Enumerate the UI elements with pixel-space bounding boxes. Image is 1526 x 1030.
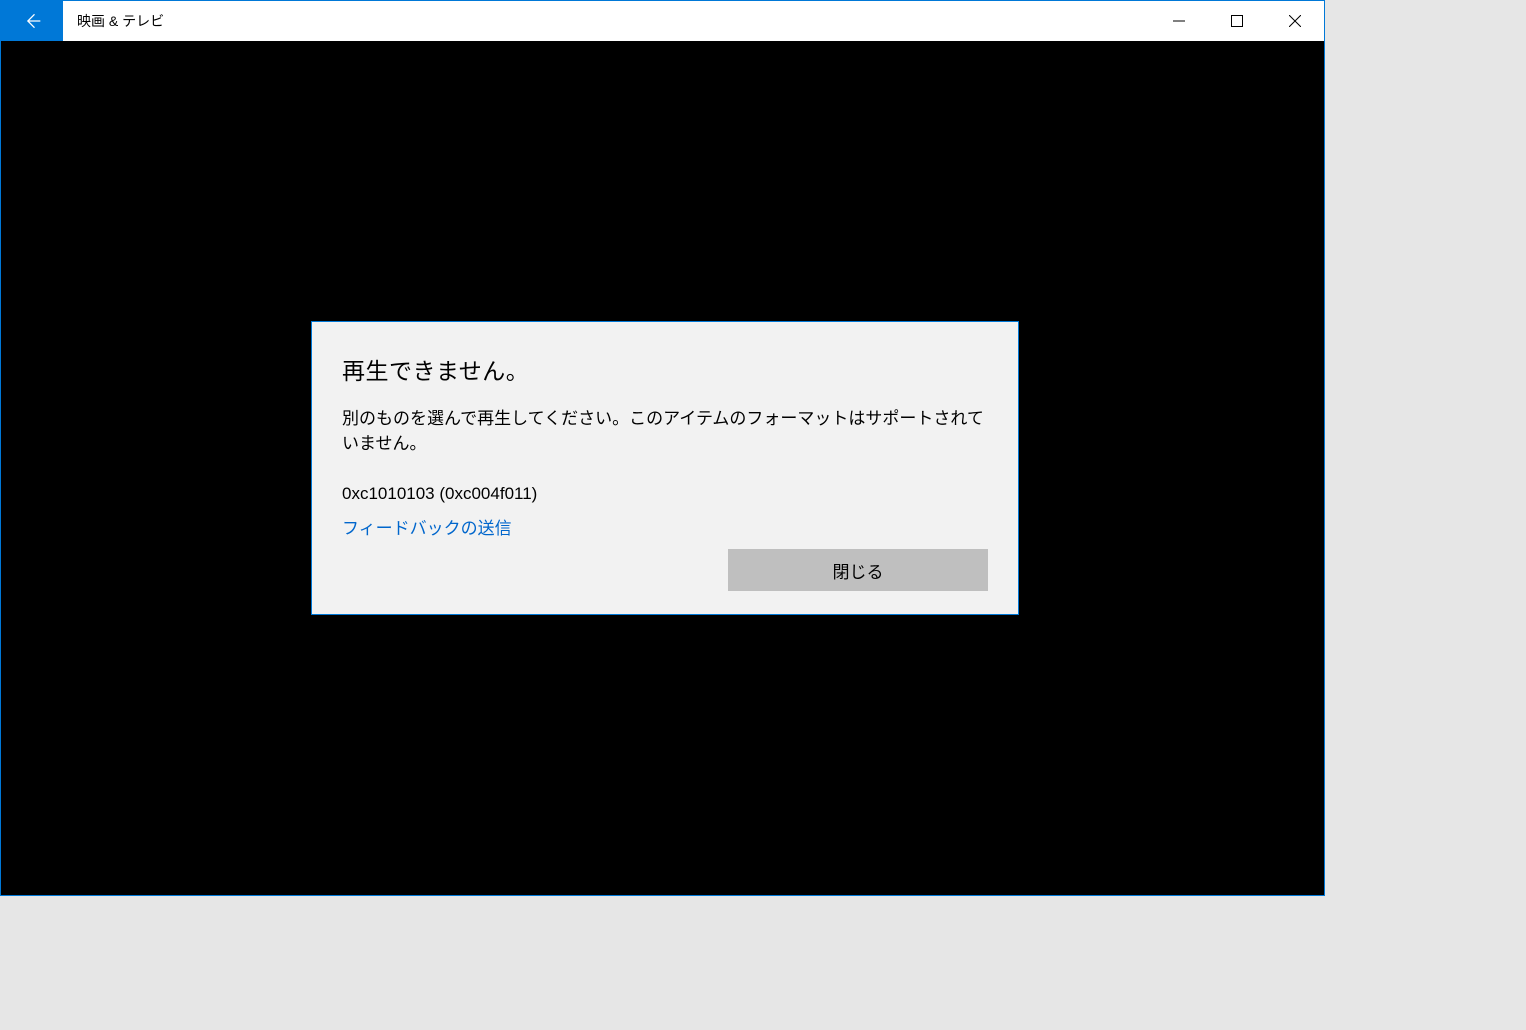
close-dialog-button[interactable]: 閉じる (728, 549, 988, 591)
dialog-message: 別のものを選んで再生してください。このアイテムのフォーマットはサポートされていま… (342, 404, 988, 454)
dialog-error-code: 0xc1010103 (0xc004f011) (342, 484, 988, 504)
close-icon (1289, 15, 1301, 27)
minimize-icon (1173, 15, 1185, 27)
content-area: 再生できません。 別のものを選んで再生してください。このアイテムのフォーマットは… (1, 41, 1324, 895)
error-dialog: 再生できません。 別のものを選んで再生してください。このアイテムのフォーマットは… (311, 321, 1019, 615)
back-button[interactable] (1, 1, 63, 41)
window-title: 映画 & テレビ (63, 1, 1150, 41)
maximize-icon (1231, 15, 1243, 27)
window-controls (1150, 1, 1324, 41)
dialog-title: 再生できません。 (342, 352, 988, 386)
app-window: 映画 & テレビ 再生できません。 別のものを選んで (0, 0, 1325, 896)
maximize-button[interactable] (1208, 1, 1266, 41)
minimize-button[interactable] (1150, 1, 1208, 41)
dialog-footer: 閉じる (342, 549, 988, 591)
titlebar: 映画 & テレビ (1, 1, 1324, 41)
feedback-link[interactable]: フィードバックの送信 (342, 514, 988, 539)
arrow-left-icon (22, 11, 42, 31)
close-window-button[interactable] (1266, 1, 1324, 41)
